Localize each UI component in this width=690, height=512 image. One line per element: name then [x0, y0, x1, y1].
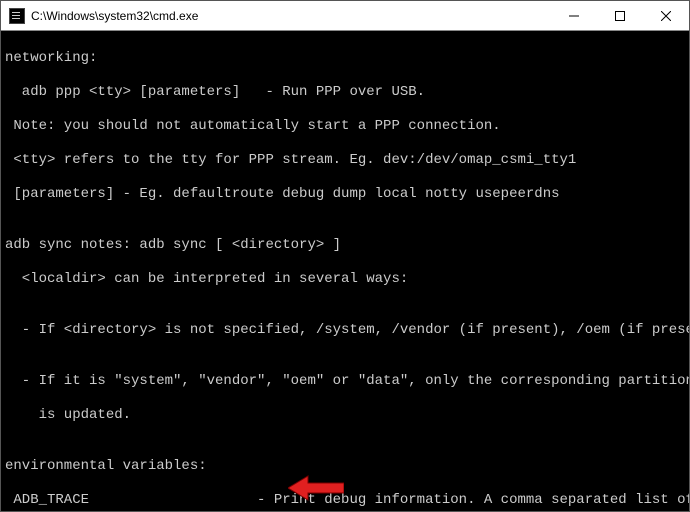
terminal-line: environmental variables:	[5, 458, 689, 475]
terminal-line: adb ppp <tty> [parameters] - Run PPP ove…	[5, 84, 689, 101]
terminal-line: <tty> refers to the tty for PPP stream. …	[5, 152, 689, 169]
terminal-line: <localdir> can be interpreted in several…	[5, 271, 689, 288]
terminal-line: [parameters] - Eg. defaultroute debug du…	[5, 186, 689, 203]
close-button[interactable]	[643, 1, 689, 31]
window-title: C:\Windows\system32\cmd.exe	[31, 9, 198, 23]
terminal-output[interactable]: networking: adb ppp <tty> [parameters] -…	[1, 31, 689, 511]
terminal-line: networking:	[5, 50, 689, 67]
cmd-icon	[9, 8, 25, 24]
terminal-line: adb sync notes: adb sync [ <directory> ]	[5, 237, 689, 254]
cmd-window: C:\Windows\system32\cmd.exe networking: …	[0, 0, 690, 512]
maximize-button[interactable]	[597, 1, 643, 31]
titlebar[interactable]: C:\Windows\system32\cmd.exe	[1, 1, 689, 31]
terminal-line: ADB_TRACE - Print debug information. A c…	[5, 492, 689, 509]
terminal-line: - If it is "system", "vendor", "oem" or …	[5, 373, 689, 390]
minimize-button[interactable]	[551, 1, 597, 31]
terminal-line: is updated.	[5, 407, 689, 424]
terminal-line: - If <directory> is not specified, /syst…	[5, 322, 689, 339]
terminal-line: Note: you should not automatically start…	[5, 118, 689, 135]
